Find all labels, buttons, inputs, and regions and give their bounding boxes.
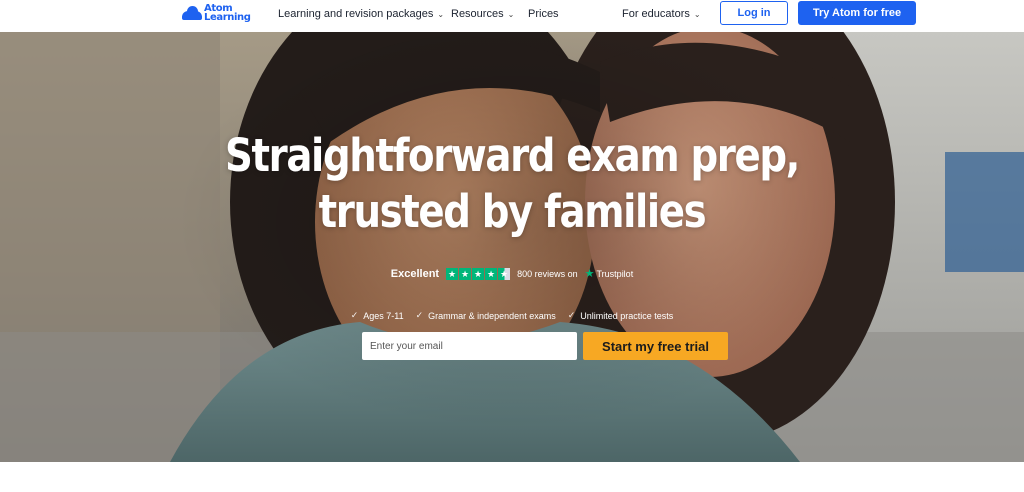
feature-item: ✓ Grammar & independent exams [416,310,556,321]
login-button[interactable]: Log in [720,1,788,25]
check-icon: ✓ [350,310,359,320]
star-icon: ★ [485,267,498,280]
trustpilot-wordmark: Trustpilot [596,268,634,279]
feature-item: ✓ Ages 7-11 [351,310,404,321]
trustpilot-star-icon: ★ [584,268,595,280]
hero-overlay [0,32,1024,462]
chevron-down-icon: ⌄ [507,10,515,19]
cloud-logo-icon [182,6,202,20]
nav-item-resources[interactable]: Resources ⌄ [451,0,514,28]
start-free-trial-button[interactable]: Start my free trial [583,332,728,360]
atom-learning-logo[interactable]: Atom Learning [182,4,251,23]
trustpilot-rating[interactable]: Excellent ★ ★ ★ ★ ★ 800 reviews on ★ Tru… [0,267,1024,280]
star-icon: ★ [459,267,472,280]
feature-list: ✓ Ages 7-11 ✓ Grammar & independent exam… [0,310,1024,321]
rating-label: Excellent [390,267,440,280]
chevron-down-icon: ⌄ [437,10,445,19]
star-icon: ★ [446,267,459,280]
feature-item: ✓ Unlimited practice tests [568,310,674,321]
feature-label: Unlimited practice tests [580,310,674,321]
nav-item-label: Resources [451,8,504,20]
feature-label: Grammar & independent exams [428,310,556,321]
logo-wordmark: Atom Learning [204,4,251,23]
trustpilot-logo: ★ Trustpilot [585,267,634,280]
nav-item-prices[interactable]: Prices [528,0,559,28]
headline-line-2: trusted by families [318,185,707,238]
hero-headline: Straightforward exam prep, trusted by fa… [72,128,953,240]
headline-line-1: Straightforward exam prep, [224,129,800,182]
check-icon: ✓ [415,310,424,320]
nav-item-label: Learning and revision packages [278,8,434,20]
nav-item-label: Prices [528,8,559,20]
email-input[interactable] [362,332,577,360]
feature-label: Ages 7-11 [363,310,404,321]
nav-item-learning-packages[interactable]: Learning and revision packages ⌄ [278,0,444,28]
check-icon: ✓ [567,310,576,320]
top-nav: Atom Learning Learning and revision pack… [0,0,1024,32]
rating-stars: ★ ★ ★ ★ ★ [446,267,511,280]
nav-item-for-educators[interactable]: For educators ⌄ [622,0,701,28]
chevron-down-icon: ⌄ [693,10,701,19]
reviews-count: 800 reviews on [517,268,578,279]
logo-word-learning: Learning [204,12,251,23]
hero-section: Straightforward exam prep, trusted by fa… [0,32,1024,462]
try-atom-free-button[interactable]: Try Atom for free [798,1,916,25]
nav-item-label: For educators [622,8,690,20]
star-icon: ★ [472,267,485,280]
half-star-icon: ★ [498,267,511,280]
